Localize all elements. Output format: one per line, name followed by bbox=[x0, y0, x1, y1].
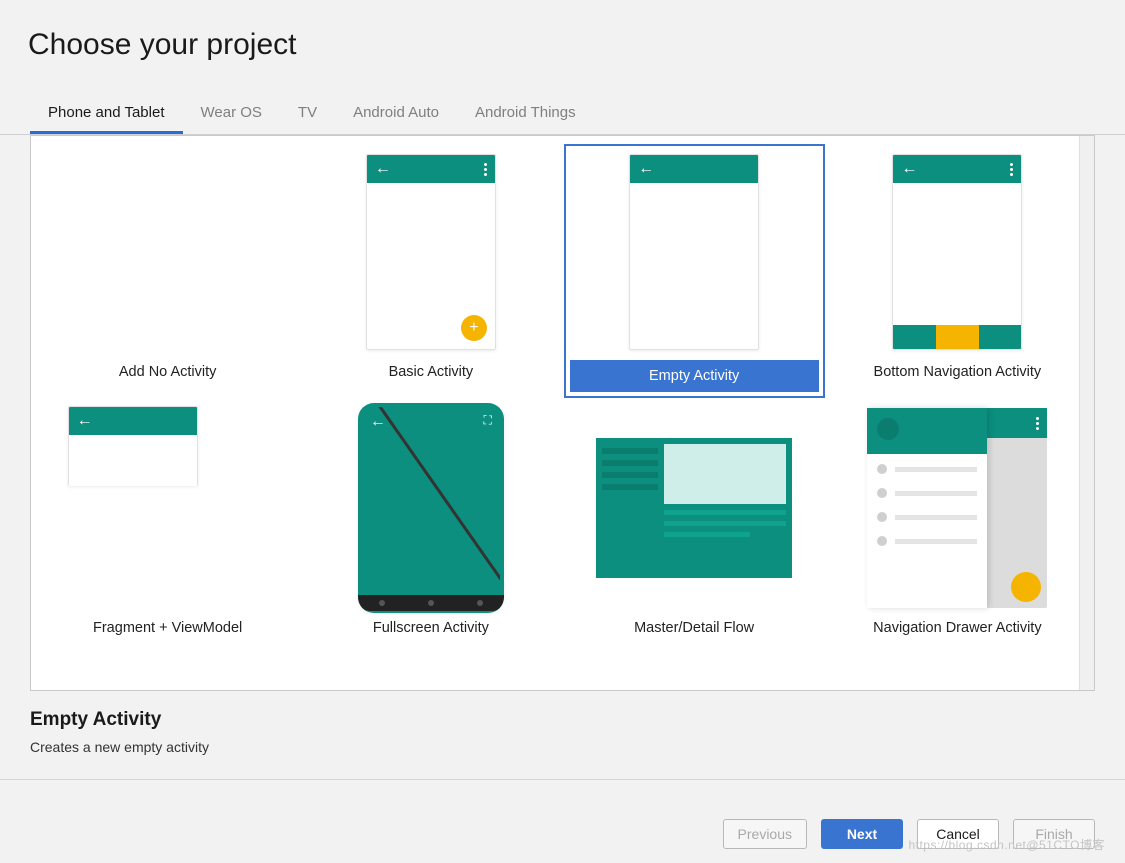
template-label: Fragment + ViewModel bbox=[43, 610, 292, 644]
preview-fragment-viewmodel bbox=[68, 406, 268, 610]
detail-description: Creates a new empty activity bbox=[30, 739, 1095, 755]
tab-tv[interactable]: TV bbox=[280, 94, 335, 134]
tab-android-things[interactable]: Android Things bbox=[457, 94, 594, 134]
preview-add-no-activity bbox=[68, 150, 268, 354]
template-label: Bottom Navigation Activity bbox=[833, 354, 1082, 388]
preview-basic-activity: + bbox=[331, 150, 531, 354]
fab-icon: + bbox=[461, 315, 487, 341]
template-add-no-activity[interactable]: Add No Activity bbox=[37, 144, 298, 398]
divider bbox=[0, 779, 1125, 780]
template-label: Navigation Drawer Activity bbox=[833, 610, 1082, 644]
previous-button: Previous bbox=[723, 819, 807, 849]
detail-title: Empty Activity bbox=[30, 709, 1095, 731]
template-label: Empty Activity bbox=[570, 360, 819, 392]
finish-button: Finish bbox=[1013, 819, 1095, 849]
tab-phone-and-tablet[interactable]: Phone and Tablet bbox=[30, 94, 183, 134]
fab-icon bbox=[1011, 572, 1041, 602]
kebab-icon bbox=[1036, 417, 1039, 430]
preview-empty-activity bbox=[594, 150, 794, 354]
back-arrow-icon bbox=[370, 413, 386, 431]
back-arrow-icon bbox=[638, 160, 654, 178]
tablet-icon bbox=[596, 438, 792, 578]
back-arrow-icon bbox=[77, 412, 93, 430]
template-label: Add No Activity bbox=[43, 354, 292, 388]
kebab-icon bbox=[484, 163, 487, 176]
template-basic-activity[interactable]: + Basic Activity bbox=[300, 144, 561, 398]
template-fragment-viewmodel[interactable]: Fragment + ViewModel bbox=[37, 400, 298, 650]
expand-icon: ⛶ bbox=[483, 413, 491, 431]
preview-master-detail bbox=[594, 406, 794, 610]
cancel-button[interactable]: Cancel bbox=[917, 819, 999, 849]
template-label: Fullscreen Activity bbox=[306, 610, 555, 644]
wizard-buttons: Previous Next Cancel Finish bbox=[723, 819, 1095, 849]
preview-bottom-navigation bbox=[857, 150, 1057, 354]
preview-fullscreen: ⛶ bbox=[331, 406, 531, 610]
template-label: Basic Activity bbox=[306, 354, 555, 388]
template-empty-activity[interactable]: Empty Activity bbox=[564, 144, 825, 398]
back-arrow-icon bbox=[375, 160, 391, 178]
next-button[interactable]: Next bbox=[821, 819, 903, 849]
template-label: Master/Detail Flow bbox=[570, 610, 819, 644]
page-title: Choose your project bbox=[0, 0, 1125, 76]
back-arrow-icon bbox=[901, 160, 917, 178]
tab-bar: Phone and Tablet Wear OS TV Android Auto… bbox=[0, 94, 1125, 135]
template-master-detail-flow[interactable]: Master/Detail Flow bbox=[564, 400, 825, 650]
scrollbar[interactable] bbox=[1079, 136, 1095, 690]
template-fullscreen-activity[interactable]: ⛶ Fullscreen Activity bbox=[300, 400, 561, 650]
bottom-nav-icon bbox=[893, 325, 1021, 349]
detail-panel: Empty Activity Creates a new empty activ… bbox=[0, 691, 1125, 761]
avatar-icon bbox=[877, 418, 899, 440]
template-navigation-drawer-activity[interactable]: Navigation Drawer Activity bbox=[827, 400, 1088, 650]
template-gallery: Add No Activity + Basic Activity bbox=[30, 135, 1095, 691]
tab-wear-os[interactable]: Wear OS bbox=[183, 94, 280, 134]
template-bottom-navigation-activity[interactable]: Bottom Navigation Activity bbox=[827, 144, 1088, 398]
kebab-icon bbox=[1010, 163, 1013, 176]
tab-android-auto[interactable]: Android Auto bbox=[335, 94, 457, 134]
preview-navigation-drawer bbox=[857, 406, 1057, 610]
